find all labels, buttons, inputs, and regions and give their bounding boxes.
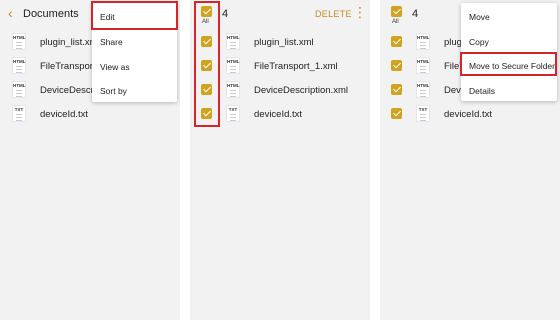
panel-selection: All 4 DELETE ⋮ HTML plugin_list.xml HTML… [190,0,370,320]
chevron-left-icon[interactable]: ‹ [8,5,13,21]
panel-more-menu: All 4 HTML plugin_list.xml HTML FileTran… [380,0,560,320]
more-vert-icon[interactable]: ⋮ [353,5,367,19]
select-all-checkbox[interactable] [391,6,402,17]
menu-item-move[interactable]: Move [469,12,490,22]
row-checkbox[interactable] [391,60,402,71]
row-checkbox[interactable] [391,36,402,47]
file-html-icon: HTML [416,81,430,98]
selected-count: 4 [222,8,229,20]
menu-item-sort-by[interactable]: Sort by [100,86,127,96]
highlight-box [460,52,557,76]
file-html-icon: HTML [416,57,430,74]
highlight-box [91,1,178,30]
page-title: Documents [23,8,79,20]
file-txt-icon: TXT [12,105,26,122]
select-all-label: All [392,19,399,25]
file-html-icon: HTML [12,33,26,50]
delete-button[interactable]: DELETE [315,9,352,19]
file-html-icon: HTML [12,57,26,74]
file-html-icon: HTML [416,33,430,50]
file-html-icon: HTML [226,33,240,50]
file-row[interactable]: TXT deviceId.txt [0,102,180,126]
file-row[interactable]: TXT deviceId.txt [380,102,560,126]
menu-item-share[interactable]: Share [100,37,123,47]
file-html-icon: HTML [226,57,240,74]
row-checkbox[interactable] [391,108,402,119]
file-name: deviceId.txt [40,109,89,120]
highlight-box [194,1,220,127]
menu-item-view-as[interactable]: View as [100,62,130,72]
menu-item-copy[interactable]: Copy [469,37,489,47]
menu-item-details[interactable]: Details [469,86,495,96]
file-name: DeviceDescription.xml [254,85,348,96]
file-name: FileTransport_1.xml [254,61,338,72]
panel-documents: ‹ Documents HTML plugin_list.xml HTML Fi… [0,0,180,320]
file-txt-icon: TXT [226,105,240,122]
file-name: plugin_list.xml [40,37,100,48]
file-name: deviceId.txt [254,109,303,120]
file-name: plugin_list.xml [254,37,314,48]
row-checkbox[interactable] [391,84,402,95]
selected-count: 4 [412,8,419,20]
file-html-icon: HTML [226,81,240,98]
file-name: deviceId.txt [444,109,493,120]
file-txt-icon: TXT [416,105,430,122]
file-html-icon: HTML [12,81,26,98]
